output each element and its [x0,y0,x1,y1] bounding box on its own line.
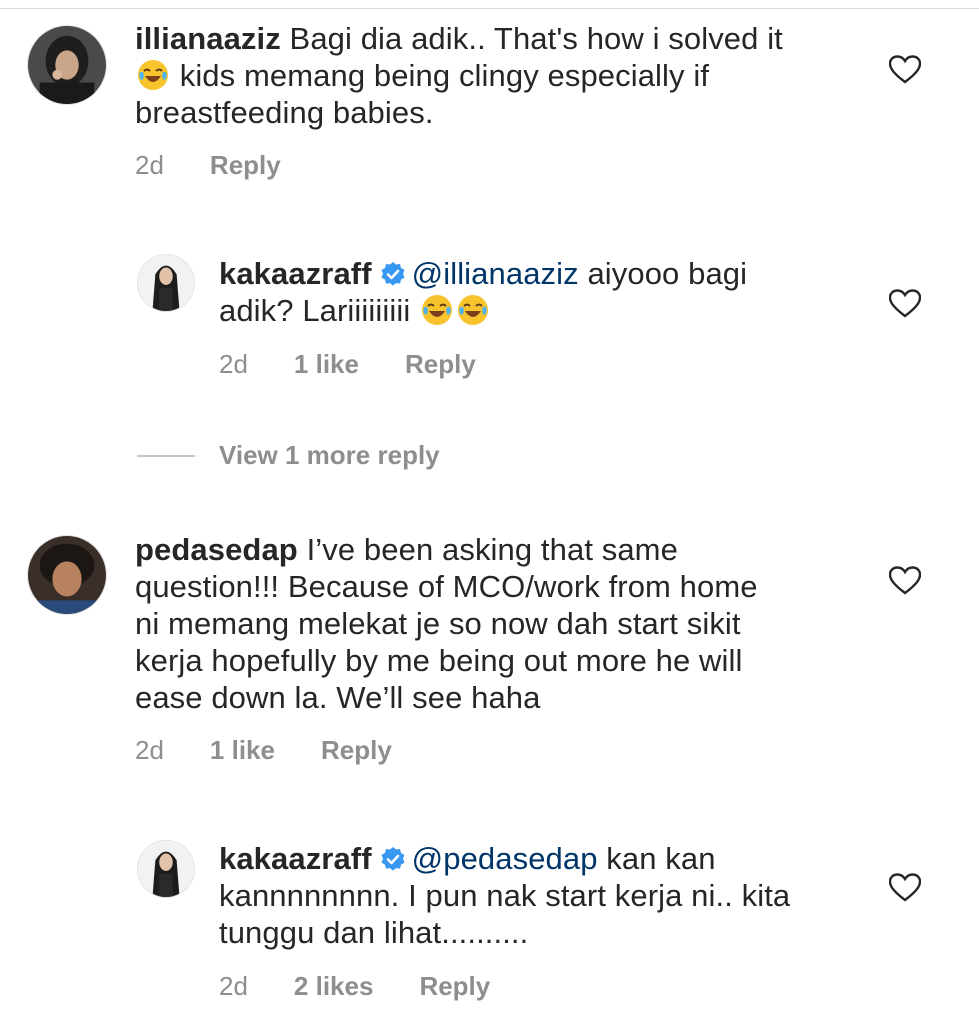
comment-text: kakaazraff @illianaaziz aiyooo bagi adik?… [219,255,879,329]
comment-username[interactable]: pedasedap [135,532,298,567]
avatar[interactable] [27,25,107,105]
top-divider [0,8,979,9]
verified-badge-icon [380,261,406,287]
comment-timestamp: 2d [219,349,248,379]
comment-body-line: breastfeeding babies. [135,95,434,130]
likes-count[interactable]: 1 like [210,735,275,766]
comment-body-line: aiyooo bagi [578,256,748,291]
comment-meta: 2d 1 like Reply [135,735,438,766]
face-with-tears-of-joy-emoji [421,294,453,326]
comment-body-line: tunggu dan lihat.......... [219,915,529,950]
comment-body-line: ni memang melekat je so now dah start si… [135,606,741,641]
comment-meta: 2d Reply [135,150,327,181]
comment-username[interactable]: kakaazraff [219,841,372,876]
heart-outline-icon[interactable] [889,55,921,85]
comment-body-line: Bagi dia adik.. That's how i solved it [289,21,783,56]
mention-link[interactable]: @pedasedap [412,841,598,876]
comment-username[interactable]: illianaaziz [135,21,281,56]
heart-outline-icon[interactable] [889,566,921,596]
comment-text: pedasedap I’ve been asking that same que… [135,531,875,716]
heart-outline-icon[interactable] [889,289,921,319]
comment-body-line: kan kan [597,841,716,876]
reply-button[interactable]: Reply [321,735,392,766]
avatar[interactable] [27,535,107,615]
likes-count[interactable]: 1 like [294,349,359,380]
comment-timestamp: 2d [219,971,248,1001]
comment-body-line: kerja hopefully by me being out more he … [135,643,743,678]
heart-outline-icon[interactable] [889,873,921,903]
verified-badge-icon [380,846,406,872]
comment-body-line: ease down la. We’ll see haha [135,680,541,715]
comment-body-line: kannnnnnnn. I pun nak start kerja ni.. k… [219,878,791,913]
mention-link[interactable]: @illianaaziz [412,256,579,291]
reply-button[interactable]: Reply [405,349,476,380]
comment-timestamp: 2d [135,735,164,765]
comment-username[interactable]: kakaazraff [219,256,372,291]
comment-timestamp: 2d [135,150,164,180]
avatar[interactable] [137,840,195,898]
view-more-replies[interactable]: View 1 more reply [137,440,440,471]
view-more-label[interactable]: View 1 more reply [219,440,440,471]
likes-count[interactable]: 2 likes [294,971,374,1002]
face-with-tears-of-joy-emoji [457,294,489,326]
comment-body-line: adik? Lariiiiiiiii [219,293,420,328]
comment-meta: 2d 2 likes Reply [219,971,536,1002]
divider-line [137,454,195,457]
reply-button[interactable]: Reply [210,150,281,181]
comment-text: illianaaziz Bagi dia adik.. That's how i… [135,20,875,131]
comment-body-line: question!!! Because of MCO/work from hom… [135,569,758,604]
comment-body-line: I’ve been asking that same [297,532,678,567]
comment-text: kakaazraff @pedasedap kan kan kannnnnnnn.… [219,840,879,951]
comment-meta: 2d 1 like Reply [219,349,522,380]
avatar[interactable] [137,254,195,312]
reply-button[interactable]: Reply [419,971,490,1002]
comment-body-line: kids memang being clingy especially if [171,58,710,93]
face-with-tears-of-joy-emoji [137,59,169,91]
